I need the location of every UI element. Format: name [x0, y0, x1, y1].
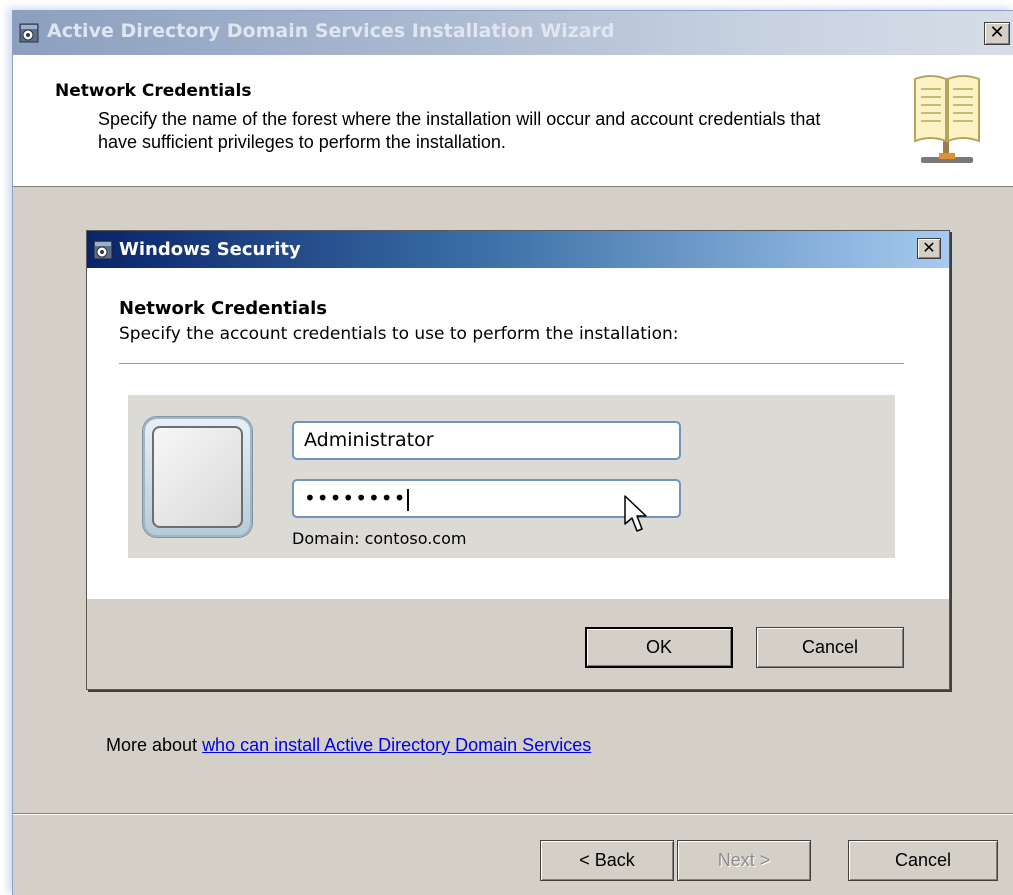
more-about-text: More about who can install Active Direct… [106, 735, 591, 756]
user-tile-frame [152, 426, 243, 528]
wizard-header: Network Credentials Specify the name of … [13, 55, 1013, 187]
wizard-titlebar[interactable]: Active Directory Domain Services Install… [13, 11, 1013, 55]
wizard-page-title: Network Credentials [55, 81, 252, 101]
text-caret [407, 488, 410, 511]
back-button[interactable]: < Back [540, 840, 674, 881]
app-icon [19, 23, 39, 43]
wizard-page-description: Specify the name of the forest where the… [98, 109, 821, 152]
user-tile-icon [143, 417, 252, 537]
dialog-body: Network Credentials Specify the account … [87, 268, 949, 599]
footer-divider [13, 813, 1013, 814]
close-icon: ✕ [989, 22, 1005, 43]
mouse-cursor-icon [624, 495, 647, 532]
dialog-close-button[interactable]: ✕ [917, 238, 941, 259]
dialog-description: Specify the account credentials to use t… [119, 324, 679, 344]
wizard-title: Active Directory Domain Services Install… [47, 20, 615, 42]
install-permissions-link[interactable]: who can install Active Directory Domain … [202, 735, 591, 755]
more-about-prefix: More about [106, 735, 203, 755]
next-button[interactable]: Next > [677, 840, 811, 881]
ok-button[interactable]: OK [585, 627, 733, 668]
dialog-heading: Network Credentials [119, 298, 327, 319]
wizard-window: Active Directory Domain Services Install… [12, 10, 1013, 895]
book-icon [914, 75, 980, 163]
close-icon: ✕ [922, 238, 936, 257]
dialog-title: Windows Security [119, 239, 301, 260]
app-icon [93, 240, 113, 260]
username-input[interactable]: Administrator [292, 421, 681, 460]
wizard-close-button[interactable]: ✕ [984, 22, 1010, 45]
domain-label: Domain: contoso.com [292, 529, 467, 548]
username-value: Administrator [304, 429, 434, 451]
credential-tile: Administrator •••••••• Domain: contoso.c… [128, 395, 895, 558]
wizard-cancel-button[interactable]: Cancel [848, 840, 998, 881]
windows-security-dialog: Windows Security ✕ Network Credentials S… [86, 230, 950, 690]
dialog-titlebar[interactable]: Windows Security ✕ [87, 231, 949, 268]
dialog-divider [119, 363, 904, 364]
dialog-cancel-button[interactable]: Cancel [756, 627, 904, 668]
password-mask: •••••••• [304, 486, 407, 510]
